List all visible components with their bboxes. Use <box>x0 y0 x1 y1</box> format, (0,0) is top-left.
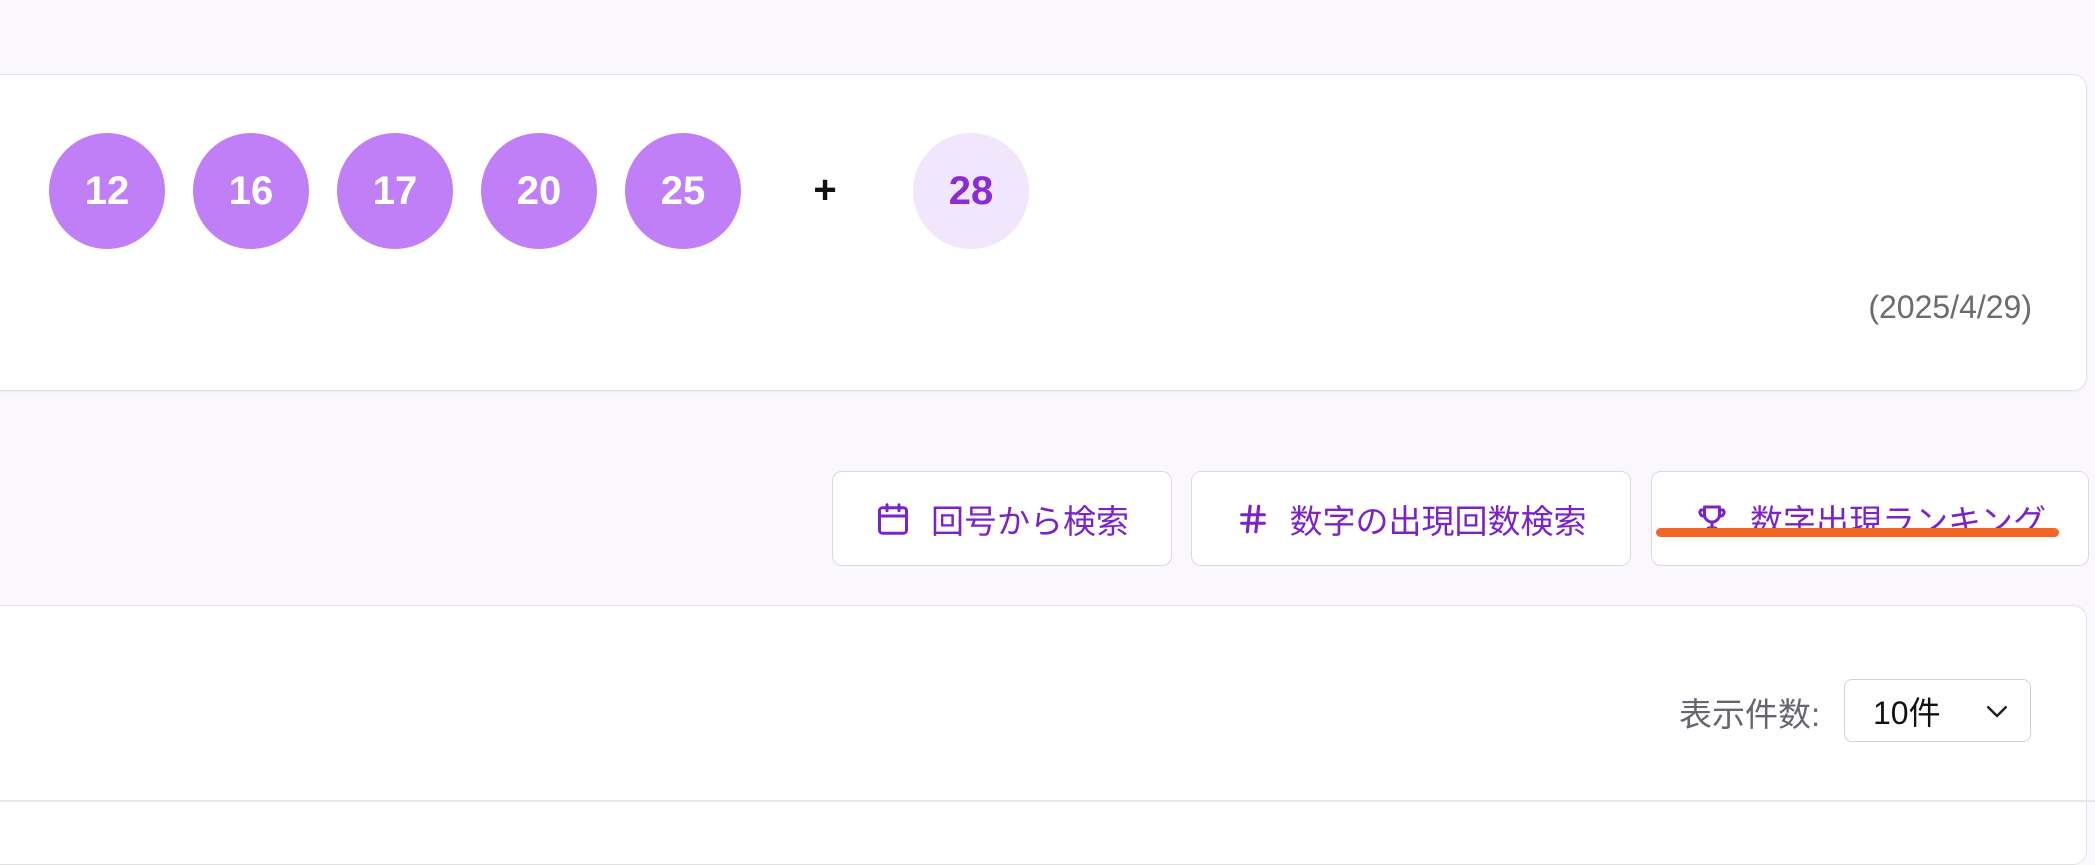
calendar-icon <box>878 502 908 535</box>
number-count-search-label: 数字の出現回数検索 <box>1289 502 1587 540</box>
latest-result-card <box>0 74 2087 391</box>
main-number-ball: 20 <box>481 133 597 249</box>
main-number-ball: 16 <box>193 133 309 249</box>
hash-icon <box>1239 504 1266 533</box>
bonus-number-ball: 28 <box>913 133 1029 249</box>
search-by-round-label: 回号から検索 <box>931 502 1129 540</box>
number-count-search-button[interactable]: 数字の出現回数検索 <box>1191 471 1631 566</box>
per-page-select[interactable]: 10件 <box>1844 679 2031 742</box>
plus-sign: + <box>813 167 837 212</box>
main-number-ball: 12 <box>49 133 165 249</box>
number-ranking-button[interactable]: 数字出現ランキング <box>1651 471 2089 566</box>
chevron-down-icon <box>1987 705 2007 717</box>
search-by-round-button[interactable]: 回号から検索 <box>832 471 1172 566</box>
highlight-underline <box>1656 528 2059 537</box>
per-page-value: 10件 <box>1873 694 1941 731</box>
draw-date: (2025/4/29) <box>1868 289 2032 325</box>
per-page-label: 表示件数: <box>1679 696 1821 733</box>
main-number-ball: 25 <box>625 133 741 249</box>
main-number-ball: 17 <box>337 133 453 249</box>
list-divider <box>0 800 2095 802</box>
